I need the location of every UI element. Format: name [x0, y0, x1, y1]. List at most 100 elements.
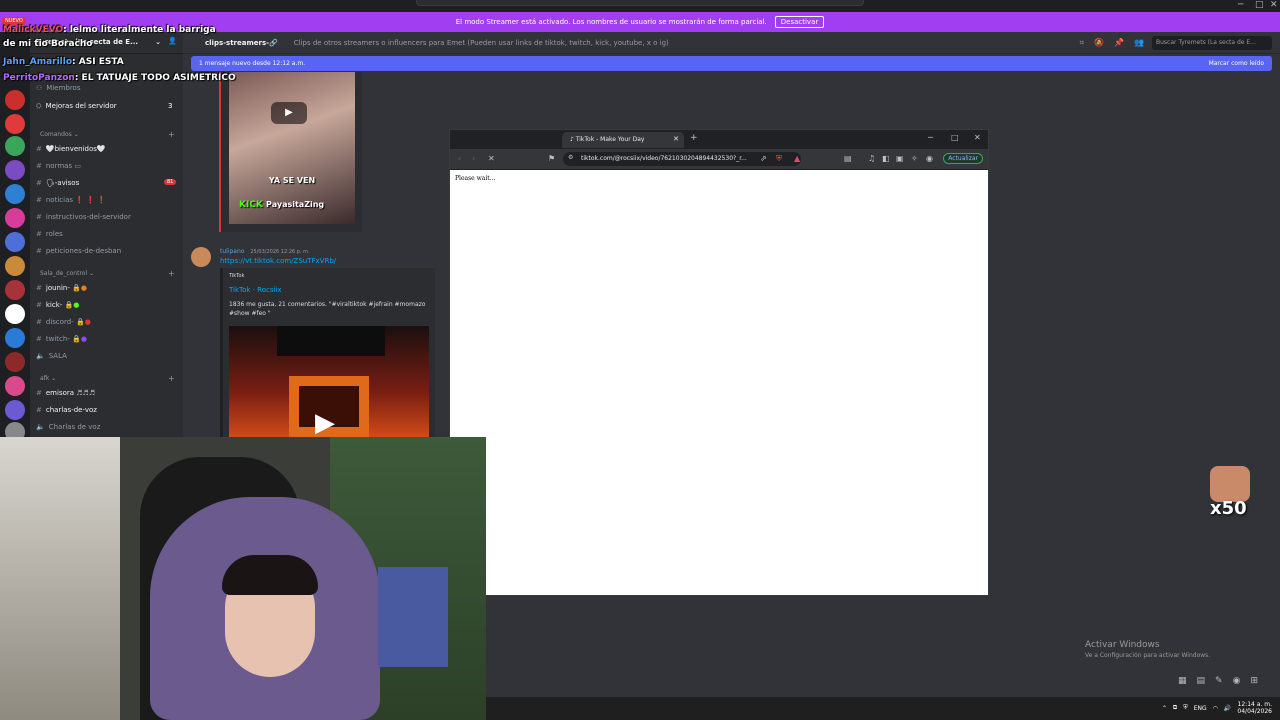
- add-channel-icon[interactable]: +: [168, 374, 175, 383]
- avatar[interactable]: [191, 247, 211, 267]
- new-messages-bar[interactable]: 1 mensaje nuevo desde 12:12 a.m. Marcar …: [191, 56, 1272, 71]
- server-icon[interactable]: [5, 400, 25, 420]
- category-afk[interactable]: afk ⌄: [40, 375, 56, 382]
- server-icon[interactable]: [5, 280, 25, 300]
- update-button[interactable]: Actualizar: [943, 153, 983, 164]
- apps-icon[interactable]: ⊞: [1250, 676, 1258, 686]
- maximize-icon[interactable]: □: [951, 133, 959, 142]
- record-icon[interactable]: ◉: [1233, 676, 1241, 686]
- browser-toolbar: ‹ › ✕ ⚑ tiktok.com/@rocsiix/video/762103…: [450, 149, 988, 169]
- extensions-icon[interactable]: ✧: [911, 154, 918, 163]
- channel-twitch[interactable]: # twitch- 🔒●: [36, 335, 87, 343]
- notification-bell-icon[interactable]: 🔕: [1094, 38, 1104, 48]
- edit-icon[interactable]: ✎: [1215, 676, 1223, 686]
- stop-loading-icon[interactable]: ✕: [488, 154, 495, 163]
- channel-server-instructions[interactable]: # instructivos-del-servidor: [36, 213, 131, 221]
- new-tab-icon[interactable]: +: [690, 133, 698, 143]
- title-search-box[interactable]: [416, 0, 864, 6]
- channel-rules[interactable]: # normas ▭: [36, 162, 81, 170]
- overlay-chat-line-3: Jahn_Amarillo: ASI ESTA: [3, 57, 124, 67]
- close-icon[interactable]: ✕: [974, 133, 981, 142]
- rewards-icon[interactable]: ▲: [794, 154, 800, 163]
- channel-unban-requests[interactable]: # peticiones-de-desban: [36, 247, 121, 255]
- server-icon[interactable]: [5, 304, 25, 324]
- channel-roles[interactable]: # roles: [36, 230, 63, 238]
- hash-icon: #: [36, 162, 42, 170]
- grid-icon[interactable]: ▦: [1178, 676, 1187, 686]
- search-input[interactable]: Buscar Tyremets (La secta de E...: [1152, 36, 1272, 50]
- server-icon[interactable]: [5, 376, 25, 396]
- add-channel-icon[interactable]: +: [168, 269, 175, 278]
- play-icon[interactable]: ▶: [271, 102, 307, 124]
- brave-shield-icon[interactable]: ⛨: [776, 154, 782, 164]
- sidebar-icon[interactable]: ◧: [882, 154, 890, 163]
- channel-welcome[interactable]: # 🤍bienvenidos🤍: [36, 145, 106, 153]
- channel-voice-chats-2[interactable]: 🔈 Charlas de voz: [36, 423, 100, 431]
- server-icon[interactable]: [5, 90, 25, 110]
- chevron-down-icon: ⌄: [155, 38, 161, 46]
- wifi-icon[interactable]: ◠: [1213, 705, 1218, 712]
- channel-join[interactable]: # jounin- 🔒●: [36, 284, 87, 292]
- maximize-icon[interactable]: □: [1255, 0, 1264, 10]
- wallet-icon[interactable]: ▣: [896, 154, 904, 163]
- site-info-icon[interactable]: ⚙: [568, 154, 573, 161]
- pin-icon[interactable]: 📌: [1114, 38, 1124, 48]
- volume-icon[interactable]: 🔊: [1224, 705, 1231, 712]
- shield-icon[interactable]: ⛨: [1183, 704, 1188, 712]
- video-thumbnail[interactable]: ▶ YA SE VEN KICK PayasitaZing: [229, 72, 355, 224]
- person-hair: [222, 555, 318, 595]
- server-icon[interactable]: [5, 256, 25, 276]
- channel-kick[interactable]: # kick- 🔒●: [36, 301, 79, 309]
- hash-icon: #: [36, 247, 42, 255]
- channel-room[interactable]: 🔈 SALA: [36, 352, 67, 360]
- bookmark-icon[interactable]: ⚑: [548, 154, 555, 163]
- threads-icon[interactable]: ⌗: [1080, 38, 1085, 48]
- category-control[interactable]: Sala_de_control ⌄: [40, 270, 94, 277]
- server-icon[interactable]: [5, 136, 25, 156]
- back-icon[interactable]: ‹: [458, 154, 461, 163]
- channel-voice-chats[interactable]: # charlas-de-voz: [36, 406, 97, 414]
- embed-video-thumbnail[interactable]: ▶: [229, 326, 429, 438]
- server-icon[interactable]: [5, 160, 25, 180]
- server-icon[interactable]: [5, 114, 25, 134]
- minimize-icon[interactable]: ─: [928, 133, 933, 142]
- lang-indicator[interactable]: ENG: [1194, 705, 1207, 712]
- server-icon[interactable]: [5, 184, 25, 204]
- vpn-icon[interactable]: ◉: [926, 154, 933, 163]
- emote-count: x50: [1210, 498, 1247, 519]
- channel-notices[interactable]: # 🗣-avisos 81: [36, 179, 177, 187]
- message-author[interactable]: tulipano: [220, 248, 244, 255]
- channel-radio[interactable]: # emisora ♬♬♬: [36, 389, 95, 397]
- channel-members[interactable]: ⚇ Miembros: [36, 84, 81, 92]
- minimize-icon[interactable]: ─: [1238, 0, 1243, 10]
- channel-improvements[interactable]: ⛭ Mejoras del servidor 3: [36, 102, 172, 111]
- server-icon[interactable]: [5, 232, 25, 252]
- clock[interactable]: 12:14 a. m. 04/04/2026: [1237, 701, 1272, 715]
- message-link[interactable]: https://vt.tiktok.com/ZSuTFxVRb/: [220, 257, 336, 265]
- network-icon[interactable]: ⧉: [1173, 704, 1177, 712]
- disable-streamer-button[interactable]: Desactivar: [774, 16, 825, 28]
- browser-tab[interactable]: ♪ TikTok - Make Your Day ✕: [562, 132, 684, 148]
- play-icon[interactable]: ▶: [315, 408, 335, 438]
- channel-news[interactable]: # noticias ❗ ❗ ❗: [36, 196, 106, 204]
- tab-close-icon[interactable]: ✕: [673, 135, 679, 143]
- stream-controls: ▦ ▤ ✎ ◉ ⊞: [1178, 676, 1258, 686]
- forward-icon[interactable]: ›: [472, 154, 475, 163]
- add-member-icon[interactable]: 👤: [168, 37, 177, 45]
- server-icon[interactable]: [5, 328, 25, 348]
- new-messages-text: 1 mensaje nuevo desde 12:12 a.m.: [199, 60, 306, 67]
- mark-read-button[interactable]: Marcar como leído: [1209, 60, 1264, 67]
- music-icon[interactable]: ♫: [868, 154, 875, 163]
- share-icon[interactable]: ⇗: [760, 154, 767, 163]
- embed-title[interactable]: TikTok · Rocsiix: [229, 286, 282, 294]
- chevron-up-icon[interactable]: ⌃: [1162, 705, 1167, 712]
- close-icon[interactable]: ✕: [1270, 0, 1278, 10]
- add-channel-icon[interactable]: +: [168, 130, 175, 139]
- layout-icon[interactable]: ▤: [1197, 676, 1206, 686]
- server-icon[interactable]: [5, 352, 25, 372]
- server-icon[interactable]: [5, 208, 25, 228]
- members-list-icon[interactable]: 👥: [1134, 38, 1144, 48]
- category-commands[interactable]: Comandos ⌄: [40, 131, 79, 138]
- channel-discord[interactable]: # discord- 🔒●: [36, 318, 91, 326]
- reader-icon[interactable]: ▤: [844, 154, 852, 163]
